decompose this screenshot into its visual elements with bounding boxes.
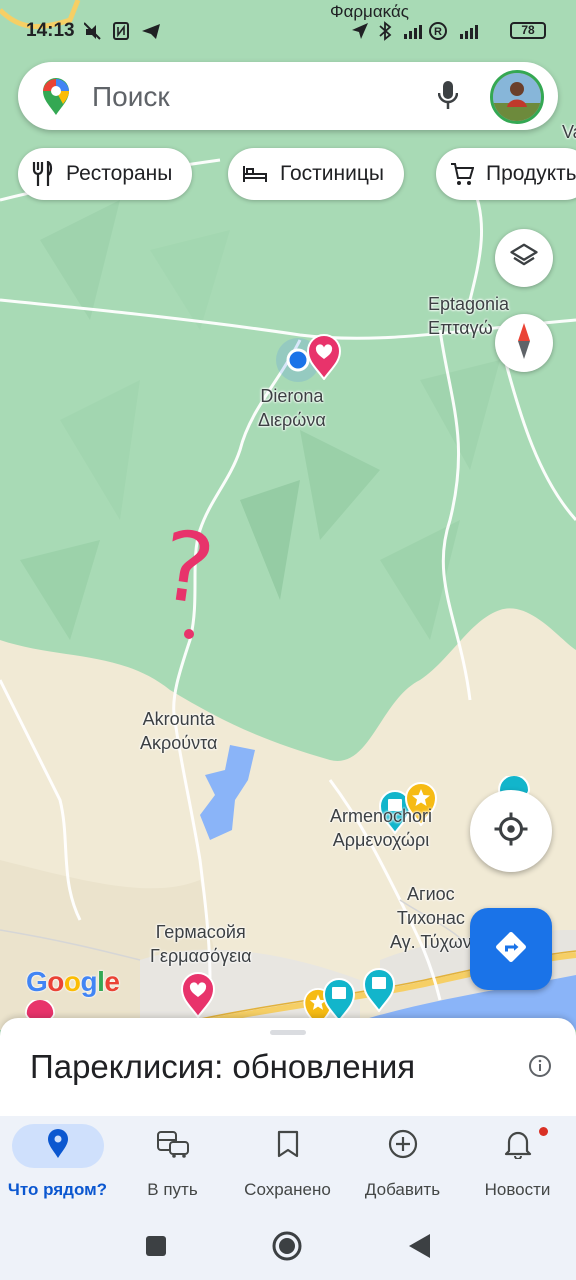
notification-icons — [83, 21, 164, 46]
microphone-icon[interactable] — [437, 80, 459, 115]
place-name-greek: Ακρούντα — [140, 733, 218, 753]
chip-hotels[interactable]: Гостиницы — [228, 148, 404, 200]
place-label-agios-tychonas[interactable]: Агиос Тихонас Αγ. Τύχων — [390, 882, 472, 954]
add-circle-icon — [388, 1129, 418, 1164]
back-icon[interactable] — [406, 1232, 432, 1265]
mute-icon — [83, 22, 101, 40]
place-name-greek: Αρμενοχώρι — [332, 830, 430, 850]
place-label-akrounta[interactable]: Akrounta Ακρούντα — [140, 707, 217, 755]
sheet-title: Пареклисия: обновления — [30, 1048, 416, 1085]
signal-icon-2 — [460, 25, 478, 39]
bluetooth-icon — [379, 21, 392, 41]
nav-icon-container — [242, 1124, 334, 1168]
location-pin-icon — [47, 1128, 69, 1164]
compass-button[interactable] — [495, 314, 553, 372]
place-name-latin: Akrounta — [142, 709, 215, 729]
nav-label: Добавить — [364, 1180, 441, 1199]
place-label-germasogeia[interactable]: Гермасойя Γερμασόγεια — [150, 920, 252, 968]
nfc-icon — [113, 22, 129, 40]
layers-icon — [509, 241, 539, 276]
place-label-edge-right: Va — [562, 122, 576, 142]
status-time: 14:13 — [26, 20, 75, 41]
bottom-navigation: Что рядом? В путь Сохранено Добавить Нов… — [0, 1116, 576, 1212]
annotation-dot — [184, 629, 194, 639]
nav-updates[interactable]: Новости — [460, 1116, 575, 1212]
nav-label: Сохранено — [244, 1180, 331, 1199]
layers-button[interactable] — [495, 229, 553, 287]
search-input[interactable]: Поиск — [92, 81, 170, 113]
info-icon[interactable] — [528, 1054, 552, 1083]
place-name-cyrillic: Гермасойя — [155, 922, 246, 942]
directions-button[interactable] — [470, 908, 552, 990]
avatar[interactable] — [490, 70, 544, 124]
bottom-sheet[interactable]: Пареклисия: обновления — [0, 1018, 576, 1118]
system-navigation-bar — [0, 1212, 576, 1280]
chip-label: Гостиницы — [280, 162, 384, 185]
place-label-dierona[interactable]: Dierona Διερώνα — [258, 384, 326, 432]
place-label-armenochori[interactable]: Armenochori Αρμενοχώρι — [330, 804, 432, 852]
my-location-button[interactable] — [470, 790, 552, 872]
bell-icon — [504, 1129, 532, 1164]
chip-label: Продукты — [486, 162, 576, 185]
nav-icon-container — [472, 1124, 564, 1168]
signal-icon — [404, 25, 422, 39]
favorite-pin-germasogeia[interactable] — [180, 972, 216, 1023]
telegram-icon — [142, 24, 160, 39]
home-icon[interactable] — [271, 1230, 303, 1267]
nav-commute[interactable]: В путь — [115, 1116, 230, 1212]
search-bar[interactable]: Поиск — [18, 62, 558, 130]
favorite-pin-dierona[interactable] — [306, 334, 342, 385]
sheet-drag-handle[interactable] — [270, 1030, 306, 1035]
nav-icon-container — [357, 1124, 449, 1168]
place-name-greek: Γερμασόγεια — [150, 946, 252, 966]
status-bar: Φαρμακάς 14:13 R 78 — [0, 0, 576, 60]
google-maps-pin-icon — [42, 78, 70, 121]
place-name-line3: Αγ. Τύχων — [390, 932, 472, 952]
nav-label: В путь — [147, 1180, 198, 1199]
chip-restaurants[interactable]: Рестораны — [18, 148, 193, 200]
svg-text:R: R — [434, 26, 442, 38]
hotel-icon — [242, 164, 268, 184]
roaming-icon: R — [429, 22, 447, 40]
system-status-icons: R — [350, 20, 500, 47]
nav-saved[interactable]: Сохранено — [230, 1116, 345, 1212]
user-location-dot[interactable] — [286, 348, 310, 372]
my-location-icon — [493, 811, 529, 852]
nav-label: Новости — [484, 1180, 551, 1199]
notification-dot — [538, 1127, 548, 1136]
place-name-greek: Διερώνα — [258, 410, 326, 430]
commute-icon — [156, 1130, 190, 1163]
recents-icon[interactable] — [144, 1234, 168, 1263]
chip-groceries[interactable]: Продукты — [436, 148, 576, 200]
chip-label: Рестораны — [66, 162, 173, 185]
google-logo: Google — [26, 966, 120, 997]
nav-label: Что рядом? — [7, 1180, 108, 1199]
place-name-line2: Тихонас — [396, 908, 465, 928]
cart-icon — [450, 162, 474, 186]
place-name-line1: Агиос — [407, 884, 455, 904]
nav-contribute[interactable]: Добавить — [345, 1116, 460, 1212]
nav-icon-container — [11, 1124, 104, 1168]
location-arrow-icon — [352, 23, 368, 39]
place-name-latin: Eptagonia — [428, 294, 510, 314]
place-name-latin: Dierona — [260, 386, 324, 406]
compass-icon — [513, 321, 535, 366]
poi-pin-teal-bottom-right[interactable] — [362, 968, 396, 1017]
place-name-latin: Armenochori — [330, 806, 433, 826]
nav-icon-container — [127, 1124, 219, 1168]
battery-icon: 78 — [510, 22, 546, 39]
directions-icon — [493, 929, 529, 970]
restaurant-icon — [32, 161, 54, 187]
map-label-top: Φαρμακάς — [330, 2, 409, 21]
bookmark-icon — [277, 1130, 299, 1163]
nav-explore[interactable]: Что рядом? — [0, 1116, 115, 1212]
